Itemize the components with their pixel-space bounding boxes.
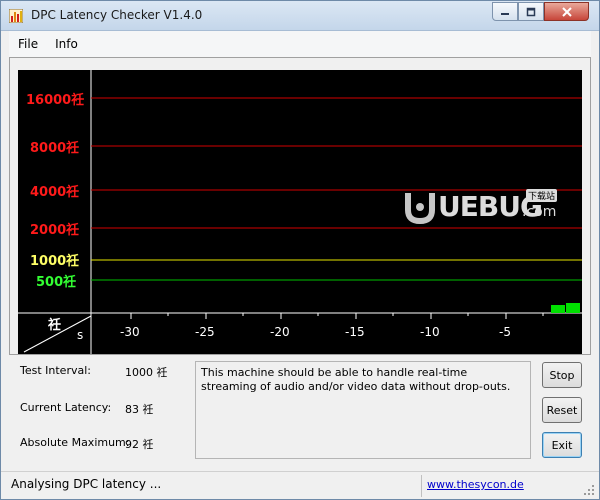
watermark-domain: .com [522, 204, 557, 220]
x-tick-label: -5 [499, 325, 511, 339]
reset-button[interactable]: Reset [542, 397, 582, 423]
current-latency-value: 83 祍 [125, 403, 154, 416]
y-label-8000: 8000祍 [30, 141, 80, 156]
test-interval-label: Test Interval: [20, 364, 91, 377]
watermark-dot [416, 203, 424, 211]
status-message-box: This machine should be able to handle re… [195, 361, 531, 459]
title-bar[interactable]: DPC Latency Checker V1.4.0 [1, 1, 599, 31]
website-link[interactable]: www.thesycon.de [427, 478, 524, 491]
status-text: Analysing DPC latency ... [11, 477, 162, 491]
maximize-button[interactable] [518, 2, 544, 21]
resize-grip-icon[interactable] [583, 484, 595, 496]
menu-info[interactable]: Info [46, 37, 86, 51]
menu-bar: File Info [9, 31, 591, 57]
y-label-1000: 1000祍 [30, 254, 80, 269]
minimize-button[interactable] [492, 2, 518, 21]
exit-button[interactable]: Exit [542, 432, 582, 458]
y-label-16000: 16000祍 [26, 93, 85, 108]
y-label-2000: 2000祍 [30, 223, 80, 238]
minimize-icon [501, 12, 509, 15]
latency-bar [551, 305, 565, 313]
menu-file[interactable]: File [9, 37, 46, 51]
status-separator [421, 475, 422, 497]
latency-bar [566, 303, 580, 313]
watermark-badge: 下载站 [526, 189, 558, 202]
test-interval-value: 1000 祍 [125, 366, 168, 379]
close-icon [561, 6, 572, 17]
current-latency-label: Current Latency: [20, 401, 112, 414]
close-button[interactable] [544, 2, 589, 21]
x-tick-label: -10 [420, 325, 440, 339]
window-title: DPC Latency Checker V1.4.0 [31, 8, 203, 22]
y-label-500: 500祍 [36, 275, 77, 290]
axis-unit-x: s [77, 328, 84, 342]
maximize-icon [526, 7, 536, 16]
x-tick-label: -30 [120, 325, 140, 339]
axis-unit-y: 祍 [48, 318, 62, 333]
y-label-4000: 4000祍 [30, 185, 80, 200]
stop-button[interactable]: Stop [542, 362, 582, 388]
latency-graph: 16000祍 8000祍 4000祍 2000祍 1000祍 500祍 祍 s … [9, 57, 591, 355]
status-bar: Analysing DPC latency ... www.thesycon.d… [1, 471, 599, 499]
absolute-max-value: 92 祍 [125, 438, 154, 451]
x-tick-label: -15 [345, 325, 365, 339]
app-bars-icon [9, 9, 23, 23]
x-tick-label: -25 [195, 325, 215, 339]
x-tick-label: -20 [270, 325, 290, 339]
absolute-max-label: Absolute Maximum: [20, 436, 130, 449]
app-window: DPC Latency Checker V1.4.0 File Info 160… [0, 0, 600, 500]
